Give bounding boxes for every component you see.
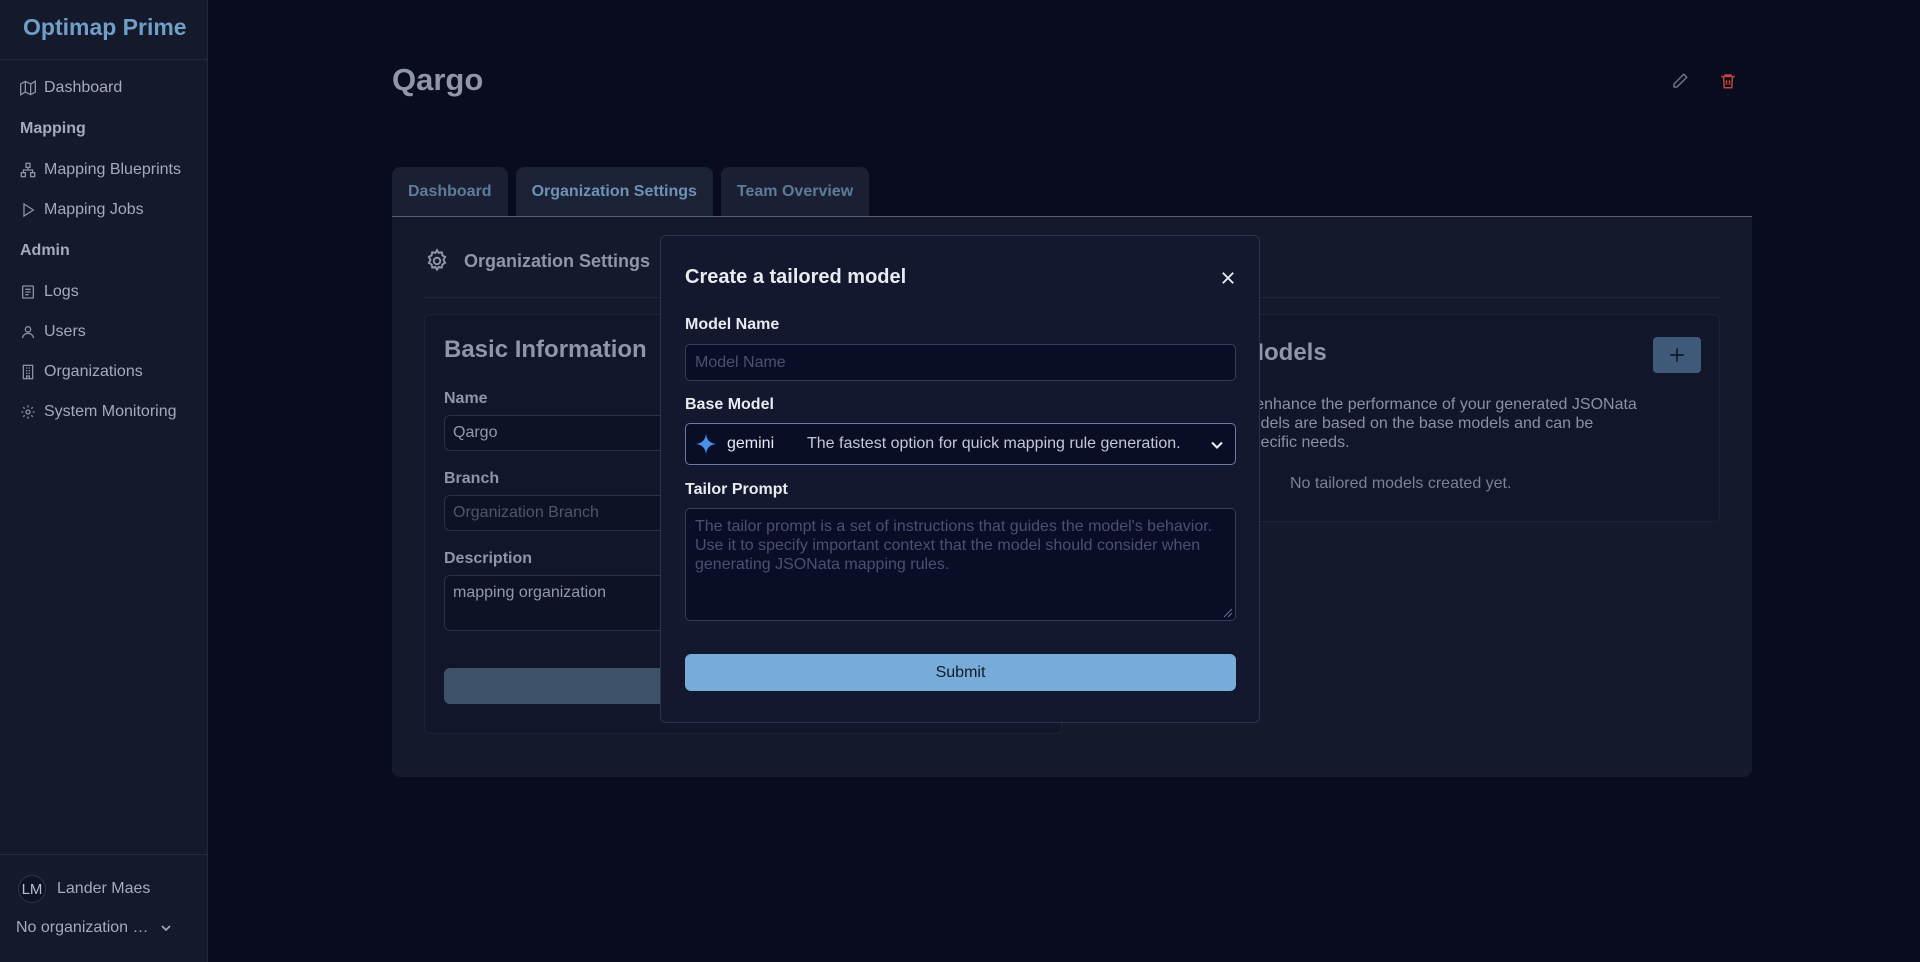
plus-icon <box>1670 348 1684 362</box>
base-model-label: Base Model <box>685 396 774 413</box>
delete-button[interactable] <box>1715 68 1741 94</box>
description-line: ur specific needs. <box>1225 434 1350 451</box>
model-name-input[interactable]: Model Name <box>685 344 1236 381</box>
organization-selector[interactable]: No organization selected <box>0 903 208 937</box>
modal-title: Create a tailored model <box>685 266 907 288</box>
basic-information-title: Basic Information <box>444 336 647 363</box>
sidebar-item-users[interactable]: Users <box>0 312 207 352</box>
avatar: LM <box>18 875 46 903</box>
sidebar-footer: LM Lander Maes No organization selected <box>0 854 208 962</box>
sidebar-section-mapping: Mapping <box>20 120 86 137</box>
tailor-prompt-label: Tailor Prompt <box>685 481 788 498</box>
settings-gear-icon <box>427 248 447 272</box>
page-title: Qargo <box>392 62 484 97</box>
model-name-label: Model Name <box>685 316 780 333</box>
sidebar-item-organizations[interactable]: Organizations <box>0 352 207 392</box>
tab-dashboard[interactable]: Dashboard <box>392 167 508 217</box>
resize-handle-icon[interactable] <box>1223 608 1233 618</box>
sidebar-item-label: Users <box>44 323 86 340</box>
base-model-description: The fastest option for quick mapping rul… <box>807 435 1181 452</box>
map-icon <box>20 80 36 96</box>
tab-team-overview[interactable]: Team Overview <box>720 167 870 217</box>
gear-icon <box>21 405 35 419</box>
tailor-prompt-placeholder: The tailor prompt is a set of instructio… <box>695 518 1213 573</box>
sidebar-section-admin: Admin <box>20 242 70 259</box>
tailor-prompt-textarea[interactable]: The tailor prompt is a set of instructio… <box>685 508 1236 621</box>
empty-state-text: No tailored models created yet. <box>1290 475 1512 492</box>
sparkle-icon <box>695 433 717 455</box>
tab-bar: Dashboard Organization Settings Team Ove… <box>392 167 870 217</box>
settings-header: Organization Settings <box>424 248 650 274</box>
sidebar-item-label: Mapping Jobs <box>44 201 144 218</box>
description-line: s to enhance the performance of your gen… <box>1225 396 1637 413</box>
sidebar-item-label: Organizations <box>44 363 143 380</box>
pencil-icon <box>1673 73 1688 88</box>
sidebar-item-dashboard[interactable]: Dashboard <box>0 68 207 108</box>
close-button[interactable] <box>1216 266 1240 290</box>
sidebar-item-label: Dashboard <box>44 79 123 96</box>
add-model-button[interactable] <box>1653 337 1701 373</box>
branch-label: Branch <box>444 470 500 487</box>
user-icon <box>22 326 34 339</box>
edit-button[interactable] <box>1667 68 1693 94</box>
sidebar-item-system-monitoring[interactable]: System Monitoring <box>0 392 207 432</box>
sidebar-item-mapping-blueprints[interactable]: Mapping Blueprints <box>0 150 207 190</box>
create-tailored-model-modal: Create a tailored model Model Name Model… <box>660 235 1260 723</box>
play-icon <box>23 202 35 218</box>
organization-selector-value: No organization selected <box>16 919 152 936</box>
file-text-icon <box>22 285 34 299</box>
sidebar-item-label: Logs <box>44 283 79 300</box>
sidebar-item-mapping-jobs[interactable]: Mapping Jobs <box>0 190 207 230</box>
description-line: d models are based on the base models an… <box>1225 415 1594 432</box>
building-icon <box>22 364 34 380</box>
sidebar-item-label: System Monitoring <box>44 403 177 420</box>
close-icon <box>1222 272 1234 284</box>
base-model-select[interactable]: gemini The fastest option for quick mapp… <box>685 423 1236 465</box>
tailored-models-description: s to enhance the performance of your gen… <box>1225 395 1637 452</box>
user-profile[interactable]: LM Lander Maes <box>0 855 208 903</box>
sidebar-item-label: Mapping Blueprints <box>44 161 181 178</box>
sidebar: Optimap Prime Dashboard Mapping Mapping … <box>0 0 208 962</box>
settings-title: Organization Settings <box>464 250 651 271</box>
trash-icon <box>1721 74 1735 89</box>
name-label: Name <box>444 390 488 407</box>
submit-button[interactable]: Submit <box>685 654 1236 691</box>
tab-organization-settings[interactable]: Organization Settings <box>515 167 713 217</box>
description-label: Description <box>444 550 533 567</box>
user-name: Lander Maes <box>57 880 151 897</box>
network-icon <box>20 162 36 178</box>
chevron-down-icon <box>1211 441 1223 449</box>
sidebar-nav: Dashboard Mapping Mapping Blueprints Map… <box>0 60 207 432</box>
base-model-value: gemini <box>727 435 775 452</box>
app-brand[interactable]: Optimap Prime <box>0 0 207 60</box>
chevron-down-icon <box>161 925 171 932</box>
sidebar-item-logs[interactable]: Logs <box>0 272 207 312</box>
